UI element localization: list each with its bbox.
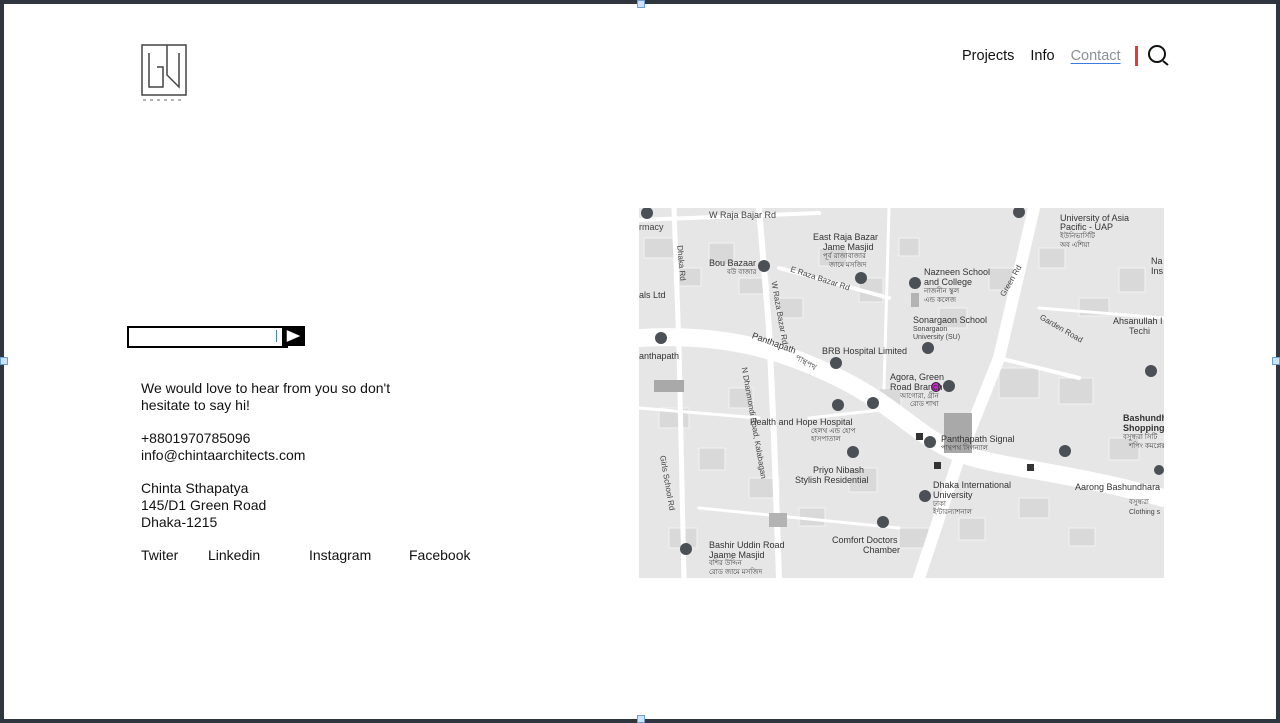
map-label: Ahsanullah I bbox=[1113, 316, 1163, 326]
social-twitter-link[interactable]: Twiter bbox=[141, 547, 178, 563]
map-label: University (SU) bbox=[913, 334, 961, 341]
map-label: BRB Hospital Limited bbox=[822, 346, 908, 356]
map-label: Clothing s bbox=[1129, 509, 1161, 516]
subscribe-form bbox=[127, 326, 305, 348]
map-label: Jame Masjid bbox=[823, 242, 874, 252]
map-label: হাসপাতাল bbox=[811, 436, 841, 443]
main-nav: Projects Info Contact bbox=[962, 45, 1171, 67]
resize-handle-right[interactable] bbox=[1272, 357, 1280, 365]
map-label: Stylish Residential bbox=[795, 475, 869, 485]
social-linkedin-link[interactable]: Linkedin bbox=[208, 547, 260, 563]
search-icon[interactable] bbox=[1147, 44, 1171, 68]
map-label: Chamber bbox=[863, 545, 901, 555]
map-label: and College bbox=[924, 277, 973, 287]
map-label: পান্থপথ সিগন্যাল bbox=[941, 445, 988, 452]
phone-number[interactable]: +8801970785096 bbox=[141, 430, 305, 447]
email-input[interactable] bbox=[127, 326, 288, 348]
map-label: rmacy bbox=[639, 222, 664, 232]
intro-line-1: We would love to hear from you so don't bbox=[141, 380, 391, 396]
email-link[interactable]: info@chintaarchitects.com bbox=[141, 447, 305, 464]
contact-details: +8801970785096 info@chintaarchitects.com bbox=[141, 430, 305, 464]
map-label: Comfort Doctors bbox=[832, 535, 898, 545]
nav-divider bbox=[1134, 46, 1138, 66]
send-button[interactable] bbox=[282, 326, 305, 346]
map-label: জামে মসজিদ bbox=[829, 262, 867, 269]
resize-handle-bottom[interactable] bbox=[637, 715, 645, 723]
map-label: als Ltd bbox=[639, 290, 666, 300]
map-label: Bashir Uddin Road bbox=[709, 540, 785, 550]
map-label: Shopping bbox=[1123, 423, 1164, 433]
map-label: Ins bbox=[1151, 266, 1164, 276]
map-label: রোড জামে মসজিদ bbox=[709, 569, 763, 576]
intro-text: We would love to hear from you so don't … bbox=[141, 380, 411, 414]
resize-handle-left[interactable] bbox=[0, 357, 8, 365]
social-instagram-link[interactable]: Instagram bbox=[309, 547, 371, 563]
map-label: anthapath bbox=[639, 351, 680, 361]
map-label: Priyo Nibash bbox=[813, 465, 865, 475]
map-label: East Raja Bazar bbox=[813, 232, 879, 242]
map-label: Health and Hope Hospital bbox=[750, 417, 853, 427]
logo-mark-icon bbox=[141, 44, 187, 101]
nav-info[interactable]: Info bbox=[1030, 48, 1054, 64]
map-label: রোড শাখা bbox=[910, 401, 939, 408]
map-label: Nazneen School bbox=[924, 267, 991, 277]
play-arrow-icon bbox=[285, 327, 304, 345]
map-label: বউ বাজার bbox=[727, 269, 757, 276]
map-label: ইন্টারন্যাশনাল bbox=[933, 509, 972, 516]
map-label: Bashundh bbox=[1123, 413, 1164, 423]
company-name: Chinta Sthapatya bbox=[141, 480, 249, 496]
map-label: Bou Bazaar bbox=[709, 258, 757, 268]
map-label: Road Branch bbox=[890, 382, 943, 392]
city-postcode: Dhaka-1215 bbox=[141, 514, 218, 530]
map-label: Pacific - UAP bbox=[1060, 222, 1114, 232]
map-label: University bbox=[933, 490, 973, 500]
nav-contact[interactable]: Contact bbox=[1071, 48, 1121, 64]
intro-line-2: hesitate to say hi! bbox=[141, 397, 250, 413]
chinta-logo[interactable] bbox=[141, 43, 189, 103]
nav-projects[interactable]: Projects bbox=[962, 48, 1014, 64]
map-label: Techi bbox=[1129, 326, 1151, 336]
map-label: Panthapath Signal bbox=[941, 434, 1015, 444]
map-label: Sonargaon School bbox=[913, 315, 988, 325]
postal-address: Chinta Sthapatya 145/D1 Green Road Dhaka… bbox=[141, 480, 266, 531]
map-label: W Raja Bajar Rd bbox=[709, 210, 777, 220]
map-label: বসুন্ধরা bbox=[1129, 499, 1149, 506]
map-label: এন্ড কলেজ bbox=[924, 297, 957, 304]
street-address: 145/D1 Green Road bbox=[141, 497, 267, 513]
location-map[interactable]: W Raja Bajar Rd rmacy East Raja Bazar Ja… bbox=[639, 208, 1164, 578]
map-label: Agora, Green bbox=[890, 372, 945, 382]
map-label: Na bbox=[1151, 256, 1163, 266]
text-cursor bbox=[276, 330, 277, 342]
map-label: Dhaka International bbox=[933, 480, 1012, 490]
map-label: Aarong Bashundhara bbox=[1075, 482, 1161, 492]
map-label: অব এশিয়া bbox=[1060, 242, 1090, 249]
resize-handle-top[interactable] bbox=[637, 0, 645, 8]
social-facebook-link[interactable]: Facebook bbox=[409, 547, 470, 563]
map-label: শপিং কমপ্লেক্স bbox=[1129, 443, 1164, 450]
